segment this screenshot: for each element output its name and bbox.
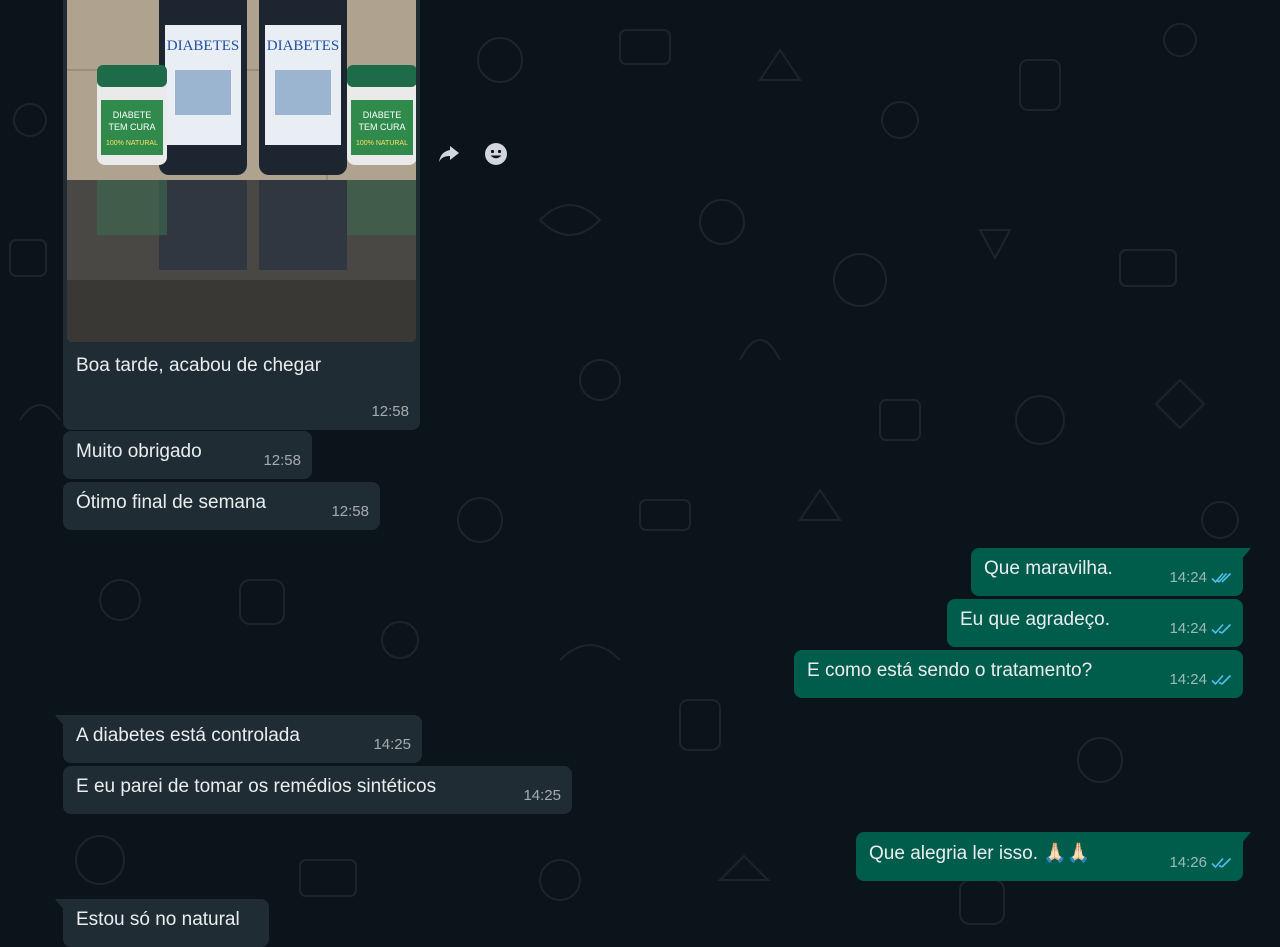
message-time: 12:58 xyxy=(263,452,301,469)
message-text: E eu parei de tomar os remédios sintétic… xyxy=(76,776,437,797)
photo-message[interactable]: DIABETES DIABETES DIABETE TEM CURA 100% … xyxy=(63,0,420,430)
product-photo[interactable]: DIABETES DIABETES DIABETE TEM CURA 100% … xyxy=(67,0,416,342)
bottle-label-text: DIABETES xyxy=(167,38,240,54)
message-text: Que alegria ler isso. 🙏🏻🙏🏻 xyxy=(869,843,1091,864)
jar-label-text: DIABETE xyxy=(363,110,402,120)
message-meta: 14:24 xyxy=(1169,617,1232,641)
message-time: 14:24 xyxy=(1169,671,1207,688)
message-bubble[interactable]: E como está sendo o tratamento? 14:24 xyxy=(794,650,1243,698)
bubble-tail xyxy=(1241,832,1251,844)
message-time: 14:24 xyxy=(1169,569,1207,586)
read-ticks-icon xyxy=(1211,857,1232,869)
message-bubble[interactable]: Eu que agradeço. 14:24 xyxy=(947,599,1243,647)
message-text: Estou só no natural xyxy=(76,909,240,930)
message-text: A diabetes está controlada xyxy=(76,725,300,746)
forward-button[interactable] xyxy=(432,137,466,171)
react-button[interactable] xyxy=(479,137,513,171)
message-time: 14:24 xyxy=(1169,620,1207,637)
message-meta: 14:24 xyxy=(1169,668,1232,692)
jar-label-text: 100% NATURAL xyxy=(106,140,158,147)
message-time: 12:58 xyxy=(371,403,409,420)
message-meta: 14:26 xyxy=(1169,851,1232,875)
read-ticks-icon xyxy=(1211,623,1232,635)
message-time: 14:25 xyxy=(373,736,411,753)
read-ticks-icon xyxy=(1211,674,1232,686)
message-meta: 14:24 xyxy=(1169,566,1232,590)
message-bubble[interactable]: E eu parei de tomar os remédios sintétic… xyxy=(63,766,572,814)
message-bubble[interactable]: Ótimo final de semana 12:58 xyxy=(63,482,380,530)
jar-label-text: TEM CURA xyxy=(109,122,156,132)
message-text: Que maravilha. xyxy=(984,558,1113,579)
message-time: 12:58 xyxy=(331,503,369,520)
message-text: Eu que agradeço. xyxy=(960,609,1111,630)
forward-icon xyxy=(439,146,459,162)
product-photo-drawing: DIABETES DIABETES DIABETE TEM CURA 100% … xyxy=(67,0,416,342)
message-text: Muito obrigado xyxy=(76,441,202,462)
message-bubble[interactable]: Muito obrigado 12:58 xyxy=(63,431,312,479)
message-bubble[interactable]: A diabetes está controlada 14:25 xyxy=(55,715,422,763)
bottle-label-text: DIABETES xyxy=(267,38,340,54)
bubble-tail xyxy=(1241,548,1251,560)
message-time: 14:26 xyxy=(1169,854,1207,871)
jar-label-text: DIABETE xyxy=(113,110,152,120)
bubble-tail xyxy=(55,715,65,727)
bubble-tail xyxy=(55,899,65,911)
message-bubble[interactable]: Que alegria ler isso. 🙏🏻🙏🏻 14:26 xyxy=(856,832,1251,881)
message-bubble[interactable]: Que maravilha. 14:24 xyxy=(971,548,1251,596)
photo-caption: Boa tarde, acabou de chegar xyxy=(76,355,322,376)
read-ticks-icon xyxy=(1211,572,1232,584)
emoji-icon xyxy=(485,143,507,165)
message-text: Ótimo final de semana xyxy=(76,492,267,513)
jar-label-text: 100% NATURAL xyxy=(356,140,408,147)
jar-label-text: TEM CURA xyxy=(359,122,406,132)
message-text: E como está sendo o tratamento? xyxy=(807,660,1093,681)
message-time: 14:25 xyxy=(523,787,561,804)
